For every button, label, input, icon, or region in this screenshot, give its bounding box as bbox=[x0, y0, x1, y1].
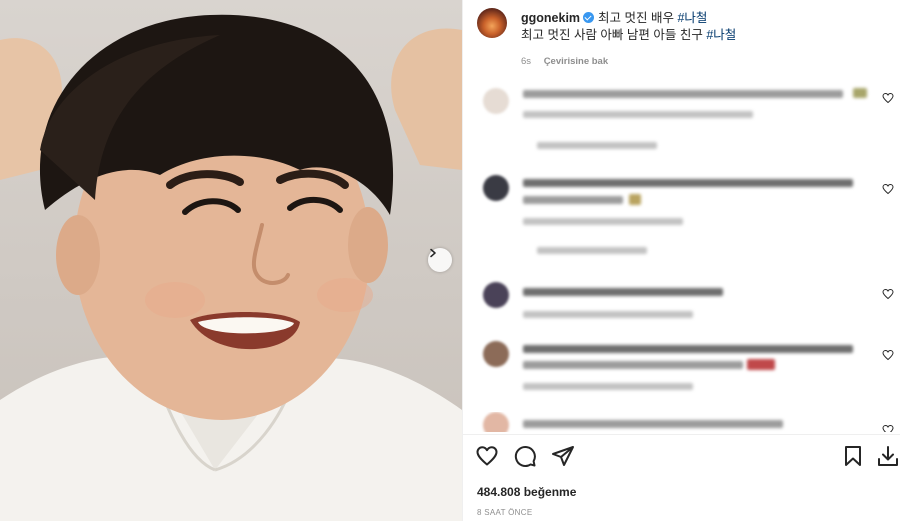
comment-item bbox=[477, 175, 900, 254]
comment-bubble-icon[interactable] bbox=[513, 444, 537, 468]
comment-item bbox=[477, 282, 900, 342]
comment-avatar[interactable] bbox=[483, 412, 509, 432]
comment-emoji-blurred bbox=[629, 194, 641, 205]
paper-plane-icon[interactable] bbox=[551, 444, 575, 468]
comment-like-heart-icon[interactable] bbox=[882, 424, 894, 432]
actions-divider bbox=[463, 434, 900, 435]
comment-text-blurred-2 bbox=[523, 361, 743, 369]
comment-text-blurred bbox=[523, 179, 853, 187]
chevron-right-icon bbox=[430, 248, 436, 258]
author-username[interactable]: ggonekim bbox=[521, 11, 580, 25]
portrait-illustration bbox=[0, 14, 462, 521]
next-photo-button[interactable] bbox=[428, 248, 452, 272]
comment-avatar[interactable] bbox=[483, 282, 509, 308]
comment-text-blurred bbox=[523, 288, 723, 296]
like-count[interactable]: 484.808 beğenme bbox=[477, 485, 576, 499]
heart-icon[interactable] bbox=[475, 444, 499, 468]
comment-text-blurred bbox=[523, 345, 853, 353]
caption-hashtag-2[interactable]: #나철 bbox=[706, 28, 736, 42]
comment-item bbox=[477, 88, 900, 149]
see-translation-link[interactable]: Çevirisine bak bbox=[544, 56, 608, 67]
comment-meta-blurred bbox=[523, 218, 683, 225]
post-photo bbox=[0, 0, 462, 521]
post-side-panel: ggonekim 최고 멋진 배우 #나철 최고 멋진 사람 아빠 남편 아들 친… bbox=[462, 0, 900, 521]
comment-emoji-blurred bbox=[853, 88, 867, 98]
caption-meta: 6s Çevirisine bak bbox=[521, 56, 608, 67]
comment-text-blurred bbox=[523, 420, 783, 428]
post-action-bar bbox=[463, 444, 900, 472]
comment-avatar[interactable] bbox=[483, 341, 509, 367]
comment-text-blurred bbox=[523, 90, 843, 98]
download-icon[interactable] bbox=[876, 444, 900, 468]
verified-badge-icon bbox=[583, 12, 595, 23]
comment-like-heart-icon[interactable] bbox=[882, 349, 894, 361]
comment-avatar[interactable] bbox=[483, 175, 509, 201]
caption-hashtag-1[interactable]: #나철 bbox=[677, 11, 707, 25]
comment-meta-blurred bbox=[523, 383, 693, 390]
author-avatar[interactable] bbox=[477, 8, 507, 38]
comment-avatar[interactable] bbox=[483, 88, 509, 114]
caption-line-2: 최고 멋진 사람 아빠 남편 아들 친구 bbox=[521, 28, 703, 42]
comment-like-heart-icon[interactable] bbox=[882, 92, 894, 104]
comment-item bbox=[477, 412, 900, 432]
caption-age: 6s bbox=[521, 56, 532, 67]
comment-text-blurred-2 bbox=[523, 111, 753, 118]
comment-emoji-blurred bbox=[747, 359, 775, 370]
bookmark-icon[interactable] bbox=[841, 444, 865, 468]
comment-text-blurred-2 bbox=[523, 196, 623, 204]
comment-meta-blurred bbox=[523, 311, 693, 318]
comment-replies-blurred bbox=[537, 247, 647, 254]
comment-like-heart-icon[interactable] bbox=[882, 183, 894, 195]
comment-meta-blurred bbox=[537, 142, 657, 149]
post-timestamp: 8 SAAT ÖNCE bbox=[477, 508, 533, 517]
caption-text-block: ggonekim 최고 멋진 배우 #나철 최고 멋진 사람 아빠 남편 아들 친… bbox=[521, 10, 736, 44]
comment-like-heart-icon[interactable] bbox=[882, 288, 894, 300]
caption-line-1: 최고 멋진 배우 bbox=[598, 11, 674, 25]
comment-item bbox=[477, 341, 900, 401]
